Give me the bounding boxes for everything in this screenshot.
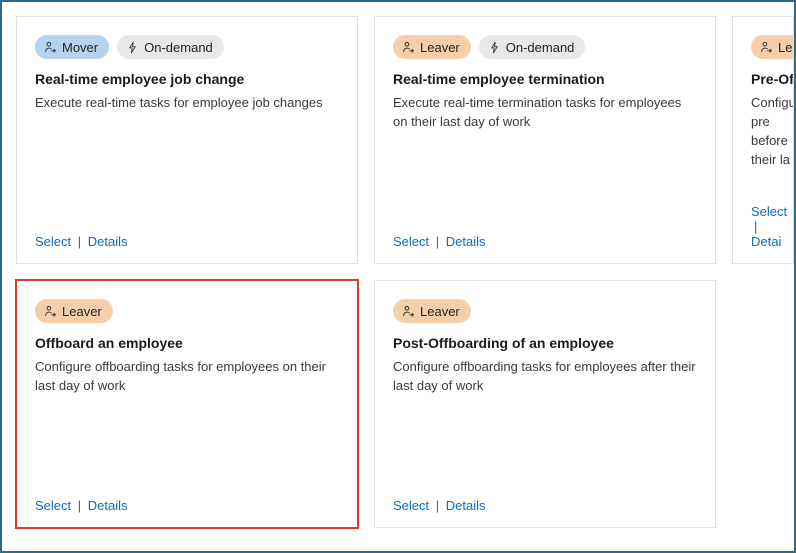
tag-row: Leaver (35, 299, 339, 323)
card-actions: Select | Detai (751, 204, 793, 249)
tag-label: On-demand (506, 40, 575, 55)
card-title: Offboard an employee (35, 335, 339, 351)
tag-mover: Mover (35, 35, 109, 59)
card-title: Real-time employee termination (393, 71, 697, 87)
person-arrow-icon (402, 41, 415, 54)
tag-leaver: Leaver (393, 299, 471, 323)
person-arrow-icon (44, 305, 57, 318)
person-arrow-icon (760, 41, 773, 54)
lightning-icon (126, 41, 139, 54)
card-description: Configure offboarding tasks for employee… (35, 358, 339, 396)
tag-row: Leaver (393, 299, 697, 323)
separator: | (78, 498, 81, 513)
card-grid: Mover On-demand Real-time employee job c… (2, 2, 794, 542)
template-gallery: Mover On-demand Real-time employee job c… (0, 0, 796, 553)
separator: | (754, 219, 757, 234)
tag-label: Leaver (62, 304, 102, 319)
card-title: Post-Offboarding of an employee (393, 335, 697, 351)
template-card[interactable]: Mover On-demand Real-time employee job c… (16, 16, 358, 264)
card-actions: Select | Details (393, 234, 697, 249)
template-card[interactable]: Leaver Post-Offboarding of an employee C… (374, 280, 716, 528)
person-arrow-icon (402, 305, 415, 318)
template-card[interactable]: Leaver Pre-Offboard Configure pre before… (732, 16, 794, 264)
details-link[interactable]: Details (446, 498, 486, 513)
person-arrow-icon (44, 41, 57, 54)
tag-row: Mover On-demand (35, 35, 339, 59)
tag-label: Leaver (420, 304, 460, 319)
card-description: Configure offboarding tasks for employee… (393, 358, 697, 396)
select-link[interactable]: Select (393, 498, 429, 513)
separator: | (436, 498, 439, 513)
select-link[interactable]: Select (393, 234, 429, 249)
card-description: Execute real-time termination tasks for … (393, 94, 697, 132)
card-actions: Select | Details (35, 498, 339, 513)
card-description: Configure pre before their la (751, 94, 793, 169)
tag-label: Leaver (420, 40, 460, 55)
tag-label: Leaver (778, 40, 794, 55)
lightning-icon (488, 41, 501, 54)
template-card[interactable]: Leaver Offboard an employee Configure of… (16, 280, 358, 528)
tag-on-demand: On-demand (117, 35, 224, 59)
template-card[interactable]: Leaver On-demand Real-time employee term… (374, 16, 716, 264)
tag-row: Leaver On-demand (393, 35, 697, 59)
separator: | (78, 234, 81, 249)
card-actions: Select | Details (393, 498, 697, 513)
tag-leaver: Leaver (751, 35, 794, 59)
tag-leaver: Leaver (393, 35, 471, 59)
select-link[interactable]: Select (35, 234, 71, 249)
card-title: Pre-Offboard (751, 71, 793, 87)
separator: | (436, 234, 439, 249)
card-title: Real-time employee job change (35, 71, 339, 87)
card-actions: Select | Details (35, 234, 339, 249)
select-link[interactable]: Select (751, 204, 787, 219)
details-link[interactable]: Details (88, 234, 128, 249)
tag-row: Leaver (751, 35, 793, 59)
tag-label: Mover (62, 40, 98, 55)
select-link[interactable]: Select (35, 498, 71, 513)
card-description: Execute real-time tasks for employee job… (35, 94, 339, 113)
tag-leaver: Leaver (35, 299, 113, 323)
details-link[interactable]: Details (446, 234, 486, 249)
tag-label: On-demand (144, 40, 213, 55)
details-link[interactable]: Detai (751, 234, 781, 249)
details-link[interactable]: Details (88, 498, 128, 513)
tag-on-demand: On-demand (479, 35, 586, 59)
